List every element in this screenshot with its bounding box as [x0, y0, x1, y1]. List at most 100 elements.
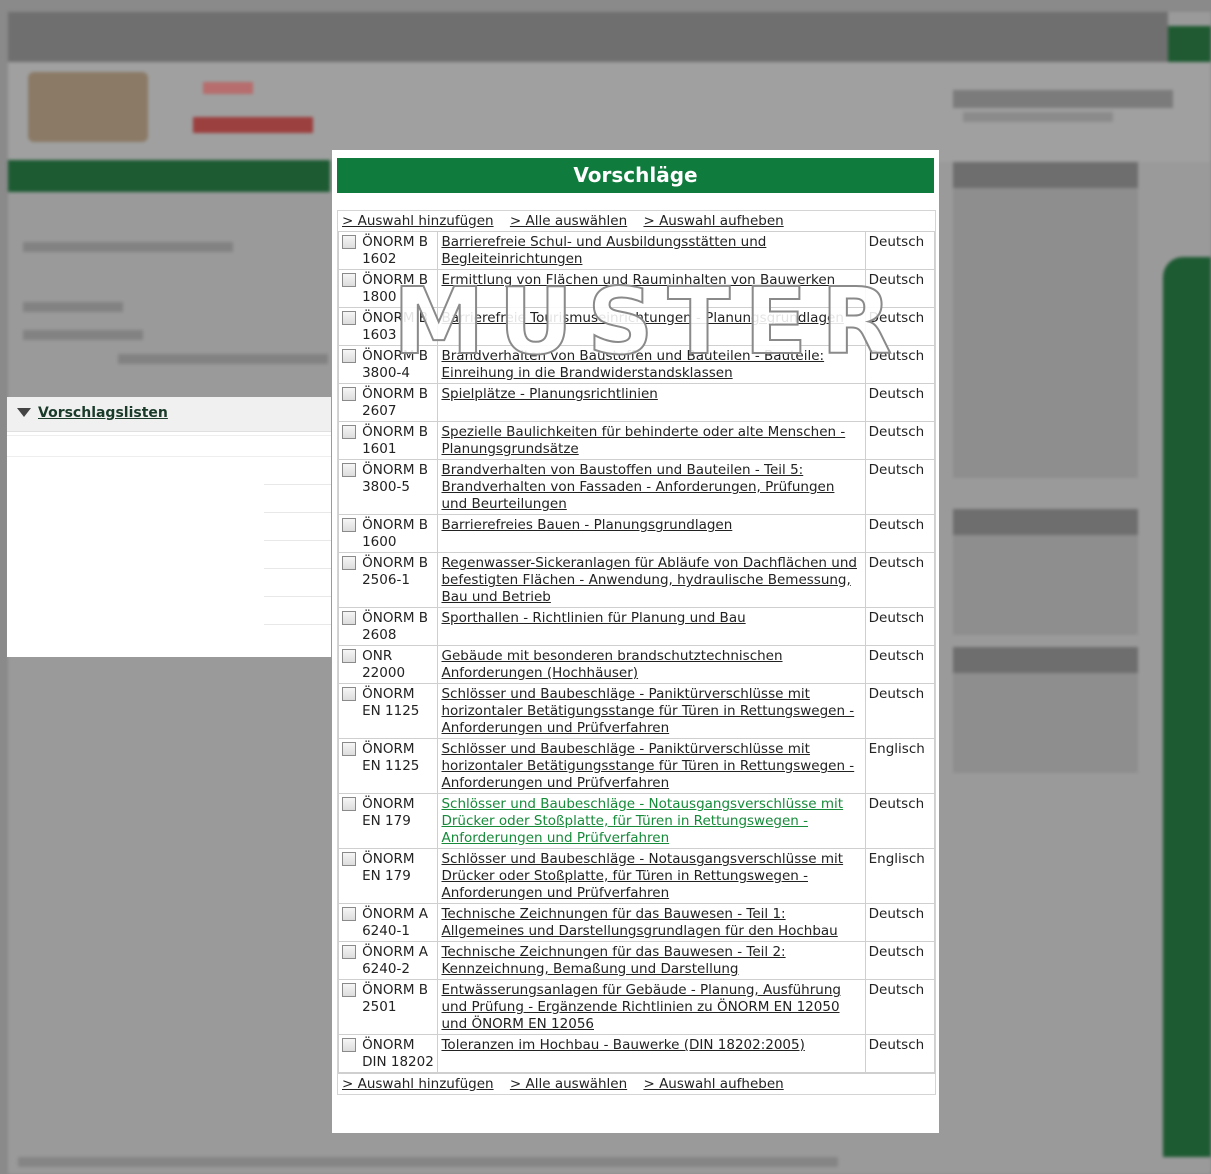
row-checkbox-cell — [338, 903, 360, 942]
row-checkbox-cell — [338, 269, 360, 308]
suggestion-row: ÖNORM B 1602 Barrierefreie Schul- und Aus… — [338, 231, 936, 270]
language: Deutsch — [864, 903, 936, 942]
standard-code: ÖNORM EN 179 — [359, 848, 439, 904]
standard-title-cell: Barrierefreies Bauen - Planungsgrundlage… — [437, 514, 866, 553]
background-logo-text — [203, 82, 253, 94]
standard-code: ÖNORM B 1601 — [359, 421, 439, 460]
standard-title-link[interactable]: Brandverhalten von Baustoffen und Bautei… — [441, 348, 824, 381]
background-right-box-head — [953, 509, 1138, 535]
standard-title-link[interactable]: Technische Zeichnungen für das Bauwesen … — [441, 944, 785, 977]
row-checkbox[interactable] — [342, 983, 356, 997]
standard-title-link[interactable]: Spielplätze - Planungsrichtlinien — [441, 386, 657, 402]
select-all-link[interactable]: > Alle auswählen — [510, 213, 627, 229]
row-checkbox[interactable] — [342, 649, 356, 663]
add-selection-link[interactable]: > Auswahl hinzufügen — [342, 1076, 494, 1092]
row-checkbox[interactable] — [342, 311, 356, 325]
suggestion-row: ÖNORM B 2501 Entwässerungsanlagen für Geb… — [338, 979, 936, 1035]
standard-title-link[interactable]: Toleranzen im Hochbau - Bauwerke (DIN 18… — [441, 1037, 804, 1053]
standard-code: ÖNORM EN 1125 — [359, 738, 439, 794]
suggestion-row: ÖNORM B 1600 Barrierefreies Bauen - Planu… — [338, 514, 936, 553]
background-brand-text — [953, 90, 1173, 108]
standard-title-cell: Technische Zeichnungen für das Bauwesen … — [437, 903, 866, 942]
suggestions-modal: Vorschläge > Auswahl hinzufügen > Alle a… — [332, 150, 939, 1133]
standard-title-link[interactable]: Regenwasser-Sickeranlagen für Abläufe vo… — [441, 555, 856, 605]
row-checkbox[interactable] — [342, 1038, 356, 1052]
standard-title-cell: Spielplätze - Planungsrichtlinien — [437, 383, 866, 422]
row-checkbox[interactable] — [342, 611, 356, 625]
standard-title-link[interactable]: Schlösser und Baubeschläge - Notausgangs… — [441, 851, 843, 901]
language: Deutsch — [864, 459, 936, 515]
panel-row — [264, 485, 331, 513]
standard-code: ÖNORM EN 1125 — [359, 683, 439, 739]
clear-selection-link[interactable]: > Auswahl aufheben — [643, 1076, 783, 1092]
row-checkbox[interactable] — [342, 797, 356, 811]
standard-title-link[interactable]: Gebäude mit besonderen brandschutztechni… — [441, 648, 782, 681]
language: Deutsch — [864, 231, 936, 270]
standard-code: ÖNORM B 1600 — [359, 514, 439, 553]
row-checkbox[interactable] — [342, 556, 356, 570]
language: Deutsch — [864, 552, 936, 608]
standard-code: ÖNORM B 2501 — [359, 979, 439, 1035]
row-checkbox[interactable] — [342, 273, 356, 287]
standard-code: ÖNORM EN 179 — [359, 793, 439, 849]
standard-title-cell: Technische Zeichnungen für das Bauwesen … — [437, 941, 866, 980]
clear-selection-link[interactable]: > Auswahl aufheben — [643, 213, 783, 229]
suggestion-row: ÖNORM EN 1125 Schlösser und Baubeschläge … — [338, 738, 936, 794]
language: Deutsch — [864, 345, 936, 384]
standard-title-link[interactable]: Barrierefreies Bauen - Planungsgrundlage… — [441, 517, 732, 533]
row-checkbox[interactable] — [342, 945, 356, 959]
panel-rows — [7, 457, 331, 625]
standard-title-cell: Entwässerungsanlagen für Gebäude - Planu… — [437, 979, 866, 1035]
background-text-line — [23, 242, 233, 252]
row-checkbox[interactable] — [342, 852, 356, 866]
select-all-link[interactable]: > Alle auswählen — [510, 1076, 627, 1092]
background-right-box — [953, 535, 1138, 635]
background-footer — [18, 1157, 838, 1167]
background-logo-text — [193, 117, 313, 133]
row-checkbox[interactable] — [342, 349, 356, 363]
standard-title-link[interactable]: Spezielle Baulichkeiten für behinderte o… — [441, 424, 845, 457]
standard-code: ÖNORM B 2608 — [359, 607, 439, 646]
row-checkbox-cell — [338, 683, 360, 739]
row-checkbox[interactable] — [342, 518, 356, 532]
row-checkbox[interactable] — [342, 235, 356, 249]
suggestion-row: ÖNORM B 1603 Barrierefreie Tourismuseinri… — [338, 307, 936, 346]
row-checkbox[interactable] — [342, 687, 356, 701]
background-text-line — [118, 354, 328, 364]
standard-title-link[interactable]: Brandverhalten von Baustoffen und Bautei… — [441, 462, 834, 512]
row-checkbox[interactable] — [342, 387, 356, 401]
row-checkbox[interactable] — [342, 463, 356, 477]
suggestion-row: ÖNORM DIN 18202 Toleranzen im Hochbau - B… — [338, 1034, 936, 1073]
standard-code: ÖNORM A 6240-1 — [359, 903, 439, 942]
standard-code: ÖNORM B 1603 — [359, 307, 439, 346]
standard-title-link[interactable]: Technische Zeichnungen für das Bauwesen … — [441, 906, 837, 939]
standard-title-link[interactable]: Schlösser und Baubeschläge - Paniktürver… — [441, 741, 854, 791]
standard-title-link[interactable]: Barrierefreie Schul- und Ausbildungsstät… — [441, 234, 766, 267]
row-checkbox-cell — [338, 1034, 360, 1073]
row-checkbox-cell — [338, 979, 360, 1035]
standard-code: ÖNORM A 6240-2 — [359, 941, 439, 980]
row-checkbox[interactable] — [342, 742, 356, 756]
row-checkbox-cell — [338, 345, 360, 384]
panel-row — [264, 457, 331, 485]
standard-title-link[interactable]: Schlösser und Baubeschläge - Paniktürver… — [441, 686, 854, 736]
standard-title-link[interactable]: Schlösser und Baubeschläge - Notausgangs… — [441, 796, 843, 846]
standard-title-cell: Brandverhalten von Baustoffen und Bautei… — [437, 345, 866, 384]
add-selection-link[interactable]: > Auswahl hinzufügen — [342, 213, 494, 229]
standard-title-link[interactable]: Entwässerungsanlagen für Gebäude - Planu… — [441, 982, 840, 1032]
standard-title-link[interactable]: Barrierefreie Tourismuseinrichtungen - P… — [441, 310, 843, 326]
standard-title-cell: Barrierefreie Tourismuseinrichtungen - P… — [437, 307, 866, 346]
standard-title-cell: Schlösser und Baubeschläge - Paniktürver… — [437, 683, 866, 739]
collapse-triangle-icon[interactable] — [17, 408, 31, 417]
suggestion-row: ÖNORM B 2506-1 Regenwasser-Sickeranlagen … — [338, 552, 936, 608]
standard-title-link[interactable]: Ermittlung von Flächen und Rauminhalten … — [441, 272, 835, 288]
suggestion-lists-link[interactable]: Vorschlagslisten — [38, 405, 168, 421]
standard-title-link[interactable]: Sporthallen - Richtlinien für Planung un… — [441, 610, 745, 626]
row-checkbox[interactable] — [342, 425, 356, 439]
row-checkbox-cell — [338, 848, 360, 904]
language: Deutsch — [864, 607, 936, 646]
standard-code: ÖNORM B 2506-1 — [359, 552, 439, 608]
row-checkbox[interactable] — [342, 907, 356, 921]
suggestion-row: ÖNORM A 6240-2 Technische Zeichnungen für… — [338, 941, 936, 980]
row-checkbox-cell — [338, 738, 360, 794]
